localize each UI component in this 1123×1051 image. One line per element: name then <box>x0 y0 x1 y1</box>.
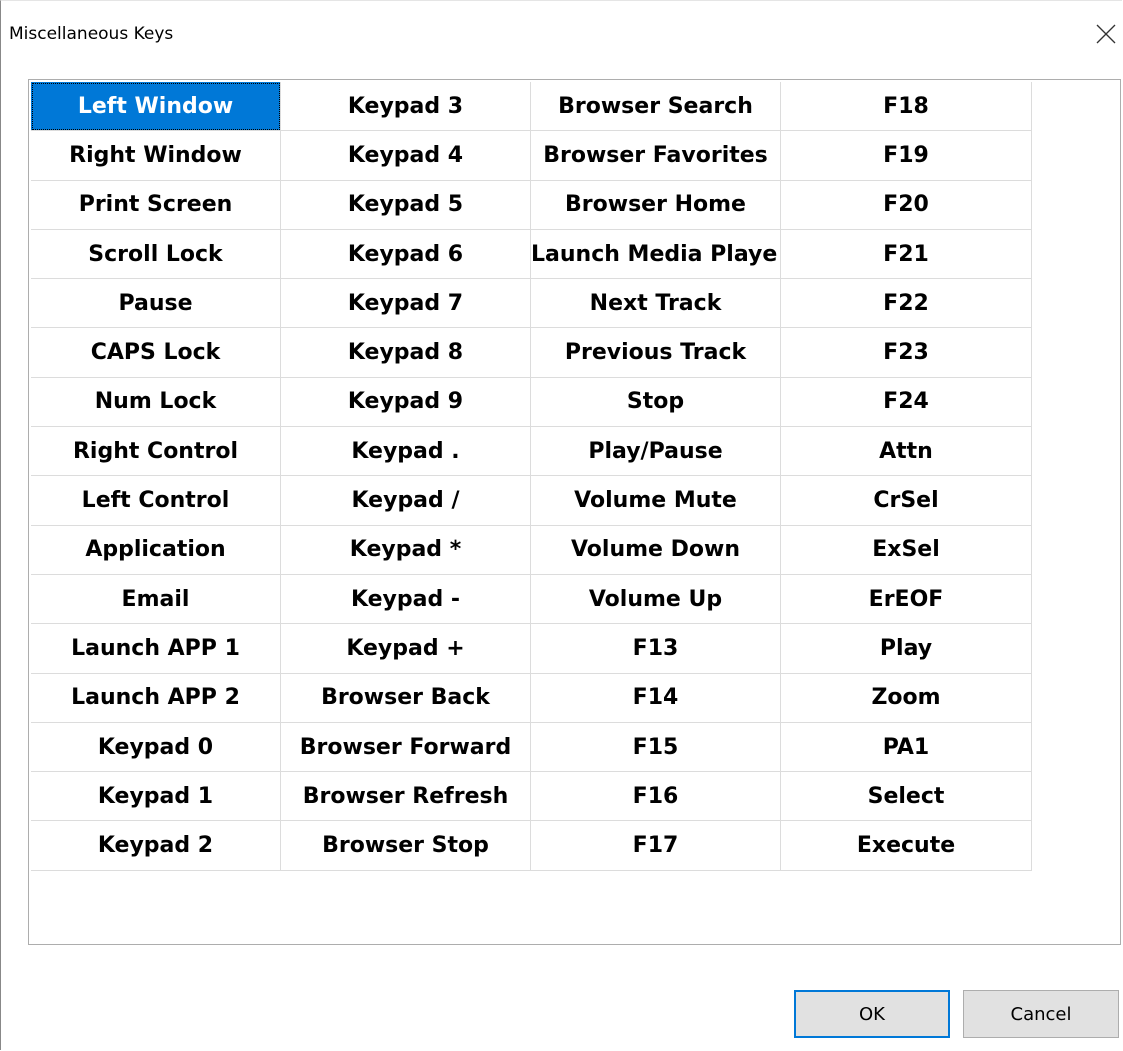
key-cell[interactable]: F17 <box>531 821 781 871</box>
key-cell[interactable]: Email <box>31 574 281 625</box>
key-cell[interactable]: Browser Back <box>281 673 531 723</box>
ok-button[interactable]: OK <box>794 990 950 1038</box>
key-cell[interactable]: F20 <box>781 181 1031 230</box>
key-cell[interactable]: Keypad / <box>281 476 531 526</box>
key-cell[interactable]: Keypad + <box>281 624 531 674</box>
key-cell[interactable]: Launch APP 1 <box>31 624 281 674</box>
key-cell[interactable]: Num Lock <box>31 377 281 428</box>
key-cell[interactable]: F16 <box>531 772 781 822</box>
misc-keys-dialog: Miscellaneous Keys Left Window Keypad 3 Br… <box>0 0 1122 1050</box>
key-cell[interactable]: Browser Favorites <box>531 131 781 181</box>
key-cell[interactable]: F23 <box>781 328 1031 378</box>
close-icon <box>1096 24 1116 44</box>
key-cell[interactable]: Launch Media Playe <box>531 229 781 280</box>
key-cell[interactable]: ExSel <box>781 526 1031 575</box>
close-button[interactable] <box>1089 17 1121 49</box>
key-cell[interactable]: Keypad 2 <box>31 821 281 871</box>
key-cell[interactable]: Execute <box>781 821 1031 871</box>
key-cell[interactable]: Keypad 8 <box>281 328 531 378</box>
key-cell[interactable]: Application <box>31 525 281 575</box>
key-cell[interactable]: Browser Stop <box>281 821 531 871</box>
key-cell[interactable]: F18 <box>781 82 1031 132</box>
key-cell[interactable]: Keypad - <box>281 574 531 625</box>
keys-grid-panel: Left Window Keypad 3 Browser Search F18 Righ… <box>28 79 1121 945</box>
key-cell[interactable]: PA1 <box>781 723 1031 773</box>
key-cell[interactable]: Pause <box>31 279 281 329</box>
key-cell[interactable]: Keypad 5 <box>281 180 531 230</box>
key-cell[interactable]: Browser Home <box>531 180 781 230</box>
key-cell[interactable]: F22 <box>781 279 1031 329</box>
key-cell[interactable]: Browser Refresh <box>281 772 531 822</box>
key-cell[interactable]: F14 <box>531 673 781 723</box>
keys-grid: Left Window Keypad 3 Browser Search F18 Righ… <box>31 82 1032 871</box>
dialog-title: Miscellaneous Keys <box>9 24 174 44</box>
key-cell[interactable]: Volume Down <box>531 525 781 575</box>
key-cell[interactable]: Next Track <box>531 279 781 329</box>
key-cell[interactable]: Launch APP 2 <box>31 673 281 723</box>
key-cell[interactable]: Attn <box>781 427 1031 477</box>
key-cell[interactable]: Keypad . <box>281 427 531 477</box>
key-cell[interactable]: CrSel <box>781 476 1031 526</box>
key-cell[interactable]: F21 <box>781 230 1031 280</box>
key-cell[interactable]: Play <box>781 624 1031 674</box>
key-cell[interactable]: Keypad 6 <box>281 229 531 280</box>
key-cell[interactable]: Volume Mute <box>531 476 781 526</box>
key-cell[interactable]: CAPS Lock <box>31 328 281 378</box>
key-cell[interactable]: Right Window <box>31 131 281 181</box>
key-cell[interactable]: Scroll Lock <box>31 229 281 280</box>
key-cell[interactable]: ErEOF <box>781 575 1031 625</box>
key-cell[interactable]: Left Window <box>31 82 281 132</box>
key-cell[interactable]: F19 <box>781 131 1031 181</box>
key-cell[interactable]: Keypad 7 <box>281 279 531 329</box>
key-cell[interactable]: F13 <box>531 624 781 674</box>
key-cell[interactable]: Browser Search <box>531 82 781 132</box>
key-cell[interactable]: Select <box>781 772 1031 822</box>
key-cell[interactable]: Keypad 0 <box>31 722 281 773</box>
cancel-button[interactable]: Cancel <box>963 990 1119 1038</box>
key-cell[interactable]: Keypad 3 <box>281 82 531 132</box>
key-cell[interactable]: Keypad 4 <box>281 131 531 181</box>
key-cell[interactable]: F15 <box>531 722 781 773</box>
key-cell[interactable]: Print Screen <box>31 180 281 230</box>
key-cell[interactable]: Keypad * <box>281 525 531 575</box>
key-cell[interactable]: Volume Up <box>531 574 781 625</box>
key-cell[interactable]: F24 <box>781 378 1031 428</box>
key-cell[interactable]: Left Control <box>31 476 281 526</box>
key-cell[interactable]: Keypad 1 <box>31 772 281 822</box>
key-cell[interactable]: Previous Track <box>531 328 781 378</box>
key-cell[interactable]: Stop <box>531 377 781 428</box>
key-cell[interactable]: Keypad 9 <box>281 377 531 428</box>
key-cell[interactable]: Right Control <box>31 427 281 477</box>
key-cell[interactable]: Browser Forward <box>281 722 531 773</box>
key-cell[interactable]: Zoom <box>781 674 1031 723</box>
key-cell[interactable]: Play/Pause <box>531 427 781 477</box>
